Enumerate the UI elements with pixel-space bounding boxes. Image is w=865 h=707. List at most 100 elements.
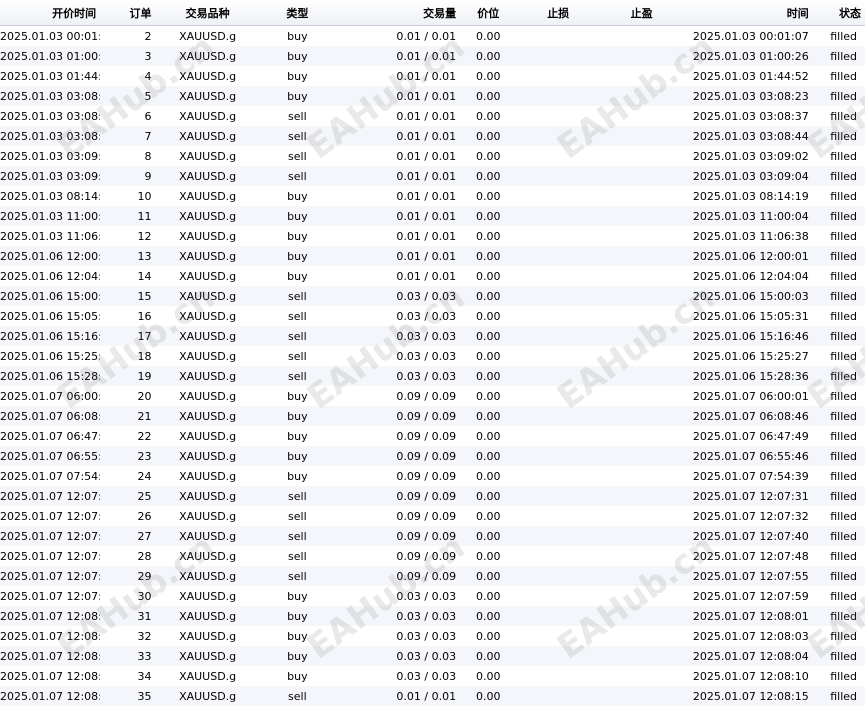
cell-stop-loss — [516, 546, 600, 566]
cell-price: 0.00 — [460, 646, 517, 666]
table-row[interactable]: 2025.01.07 12:07:4828XAUUSD.gsell0.09 / … — [0, 546, 865, 566]
cell-type: buy — [259, 586, 335, 606]
header-take-profit[interactable]: 止盈 — [599, 0, 684, 26]
table-row[interactable]: 2025.01.03 08:14:1910XAUUSD.gbuy0.01 / 0… — [0, 186, 865, 206]
cell-type: buy — [259, 406, 335, 426]
cell-stop-loss — [516, 666, 600, 686]
header-time[interactable]: 时间 — [683, 0, 813, 26]
table-row[interactable]: 2025.01.07 12:08:1034XAUUSD.gbuy0.03 / 0… — [0, 666, 865, 686]
table-row[interactable]: 2025.01.03 00:01:072XAUUSD.gbuy0.01 / 0.… — [0, 25, 865, 46]
table-row[interactable]: 2025.01.07 06:55:4623XAUUSD.gbuy0.09 / 0… — [0, 446, 865, 466]
table-row[interactable]: 2025.01.07 06:47:4922XAUUSD.gbuy0.09 / 0… — [0, 426, 865, 446]
cell-volume: 0.01 / 0.01 — [334, 146, 461, 166]
table-row[interactable]: 2025.01.03 01:00:263XAUUSD.gbuy0.01 / 0.… — [0, 46, 865, 66]
cell-ticket: 22 — [100, 426, 156, 446]
cell-ticket: 14 — [100, 266, 156, 286]
cell-time: 2025.01.07 12:08:03 — [683, 626, 813, 646]
table-row[interactable]: 2025.01.07 12:07:3226XAUUSD.gsell0.09 / … — [0, 506, 865, 526]
table-row[interactable]: 2025.01.06 15:00:0315XAUUSD.gsell0.03 / … — [0, 286, 865, 306]
cell-take-profit — [599, 366, 684, 386]
cell-take-profit — [599, 166, 684, 186]
cell-ticket: 11 — [100, 206, 156, 226]
cell-volume: 0.01 / 0.01 — [334, 166, 461, 186]
header-price[interactable]: 价位 — [460, 0, 517, 26]
header-ticket[interactable]: 订单 — [100, 0, 156, 26]
cell-take-profit — [599, 286, 684, 306]
table-row[interactable]: 2025.01.07 12:08:0332XAUUSD.gbuy0.03 / 0… — [0, 626, 865, 646]
cell-time: 2025.01.06 12:04:04 — [683, 266, 813, 286]
cell-take-profit — [599, 406, 684, 426]
cell-symbol: XAUUSD.g — [155, 446, 260, 466]
cell-symbol: XAUUSD.g — [155, 186, 260, 206]
cell-symbol: XAUUSD.g — [155, 66, 260, 86]
cell-symbol: XAUUSD.g — [155, 146, 260, 166]
table-row[interactable]: 2025.01.07 06:08:4621XAUUSD.gbuy0.09 / 0… — [0, 406, 865, 426]
header-open-time[interactable]: 开价时间 — [0, 0, 101, 26]
table-row[interactable]: 2025.01.07 12:08:0131XAUUSD.gbuy0.03 / 0… — [0, 606, 865, 626]
cell-symbol: XAUUSD.g — [155, 166, 260, 186]
cell-stop-loss — [516, 626, 600, 646]
table-row[interactable]: 2025.01.03 03:09:049XAUUSD.gsell0.01 / 0… — [0, 166, 865, 186]
table-row[interactable]: 2025.01.07 12:08:0433XAUUSD.gbuy0.03 / 0… — [0, 646, 865, 666]
cell-stop-loss — [516, 306, 600, 326]
header-row: 开价时间 订单 交易品种 类型 交易量 价位 止损 止盈 时间 状态 — [0, 0, 865, 26]
table-row[interactable]: 2025.01.07 12:07:4027XAUUSD.gsell0.09 / … — [0, 526, 865, 546]
table-row[interactable]: 2025.01.07 12:07:5529XAUUSD.gsell0.09 / … — [0, 566, 865, 586]
table-row[interactable]: 2025.01.07 06:00:0120XAUUSD.gbuy0.09 / 0… — [0, 386, 865, 406]
table-row[interactable]: 2025.01.06 15:28:3619XAUUSD.gsell0.03 / … — [0, 366, 865, 386]
table-row[interactable]: 2025.01.03 03:09:028XAUUSD.gsell0.01 / 0… — [0, 146, 865, 166]
cell-symbol: XAUUSD.g — [155, 586, 260, 606]
cell-price: 0.00 — [460, 266, 517, 286]
cell-ticket: 23 — [100, 446, 156, 466]
table-row[interactable]: 2025.01.03 03:08:376XAUUSD.gsell0.01 / 0… — [0, 106, 865, 126]
cell-open-time: 2025.01.07 12:08:15 — [0, 686, 101, 706]
cell-symbol: XAUUSD.g — [155, 86, 260, 106]
cell-price: 0.00 — [460, 186, 517, 206]
header-type[interactable]: 类型 — [259, 0, 335, 26]
cell-take-profit — [599, 306, 684, 326]
table-row[interactable]: 2025.01.06 12:00:0113XAUUSD.gbuy0.01 / 0… — [0, 246, 865, 266]
header-stop-loss[interactable]: 止损 — [516, 0, 600, 26]
cell-type: buy — [259, 446, 335, 466]
table-row[interactable]: 2025.01.07 12:08:1535XAUUSD.gsell0.01 / … — [0, 686, 865, 706]
cell-price: 0.00 — [460, 606, 517, 626]
table-row[interactable]: 2025.01.03 11:00:0411XAUUSD.gbuy0.01 / 0… — [0, 206, 865, 226]
header-state[interactable]: 状态 — [812, 0, 865, 26]
cell-type: sell — [259, 326, 335, 346]
table-row[interactable]: 2025.01.07 07:54:3924XAUUSD.gbuy0.09 / 0… — [0, 466, 865, 486]
table-row[interactable]: 2025.01.03 01:44:524XAUUSD.gbuy0.01 / 0.… — [0, 66, 865, 86]
cell-type: buy — [259, 606, 335, 626]
cell-price: 0.00 — [460, 566, 517, 586]
cell-time: 2025.01.03 01:00:26 — [683, 46, 813, 66]
table-row[interactable]: 2025.01.06 15:16:4617XAUUSD.gsell0.03 / … — [0, 326, 865, 346]
cell-price: 0.00 — [460, 226, 517, 246]
cell-open-time: 2025.01.03 01:44:52 — [0, 66, 101, 86]
table-row[interactable]: 2025.01.07 12:07:3125XAUUSD.gsell0.09 / … — [0, 486, 865, 506]
cell-open-time: 2025.01.07 12:07:31 — [0, 486, 101, 506]
table-row[interactable]: 2025.01.07 12:07:5930XAUUSD.gbuy0.03 / 0… — [0, 586, 865, 606]
cell-stop-loss — [516, 126, 600, 146]
cell-ticket: 5 — [100, 86, 156, 106]
cell-price: 0.00 — [460, 286, 517, 306]
cell-open-time: 2025.01.07 12:08:10 — [0, 666, 101, 686]
header-volume[interactable]: 交易量 — [334, 0, 461, 26]
cell-stop-loss — [516, 286, 600, 306]
table-row[interactable]: 2025.01.03 03:08:447XAUUSD.gsell0.01 / 0… — [0, 126, 865, 146]
cell-type: buy — [259, 666, 335, 686]
table-row[interactable]: 2025.01.06 12:04:0414XAUUSD.gbuy0.01 / 0… — [0, 266, 865, 286]
cell-price: 0.00 — [460, 586, 517, 606]
cell-type: sell — [259, 306, 335, 326]
header-symbol[interactable]: 交易品种 — [155, 0, 260, 26]
cell-symbol: XAUUSD.g — [155, 25, 260, 46]
table-row[interactable]: 2025.01.03 03:08:235XAUUSD.gbuy0.01 / 0.… — [0, 86, 865, 106]
cell-time: 2025.01.07 12:08:15 — [683, 686, 813, 706]
table-row[interactable]: 2025.01.03 11:06:3812XAUUSD.gbuy0.01 / 0… — [0, 226, 865, 246]
cell-time: 2025.01.07 12:07:40 — [683, 526, 813, 546]
cell-type: sell — [259, 346, 335, 366]
cell-ticket: 9 — [100, 166, 156, 186]
table-row[interactable]: 2025.01.06 15:25:2718XAUUSD.gsell0.03 / … — [0, 346, 865, 366]
cell-volume: 0.01 / 0.01 — [334, 66, 461, 86]
table-row[interactable]: 2025.01.06 15:05:3116XAUUSD.gsell0.03 / … — [0, 306, 865, 326]
cell-volume: 0.01 / 0.01 — [334, 186, 461, 206]
cell-open-time: 2025.01.07 12:07:48 — [0, 546, 101, 566]
